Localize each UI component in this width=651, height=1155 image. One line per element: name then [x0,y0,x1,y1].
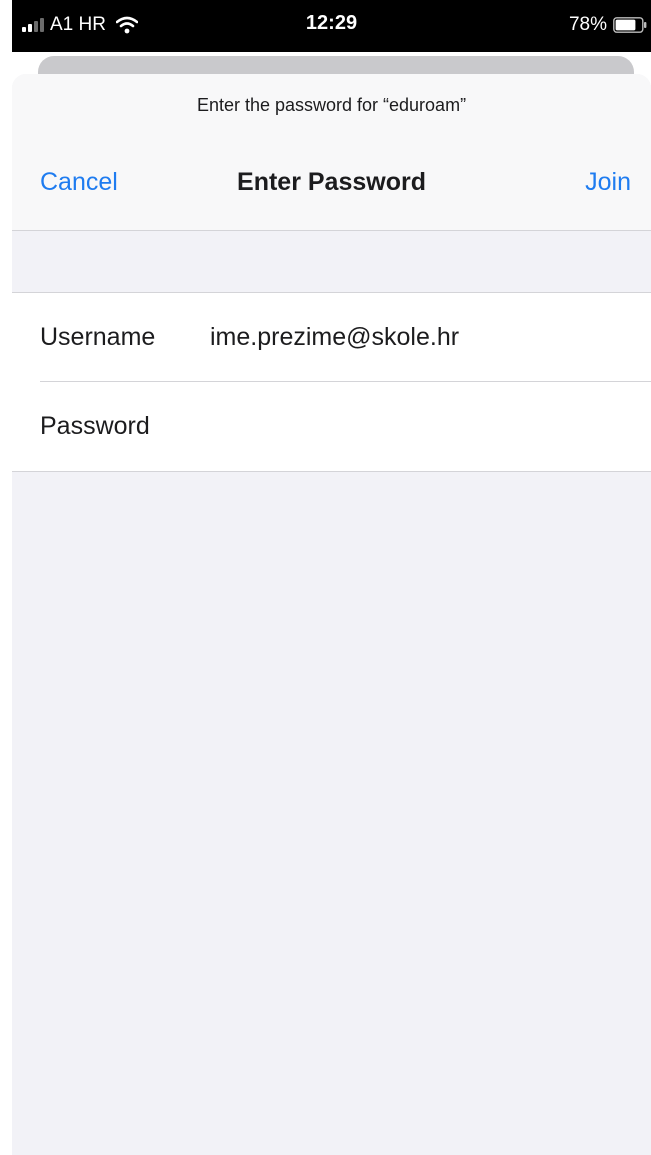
join-button[interactable]: Join [585,168,631,197]
status-time: 12:29 [305,12,358,34]
navigation-bar: Enter the password for “eduroam” Cancel … [12,74,651,231]
password-row[interactable]: Password [12,382,651,470]
password-sheet: Enter the password for “eduroam” Cancel … [12,74,651,1155]
status-right: 78% [569,12,647,38]
password-field[interactable] [210,404,630,448]
credentials-form: Username ime.prezime@skole.hr Password [12,292,651,472]
battery-percent: 78% [568,14,607,35]
screen: A1 HR 12:29 78% Enter the password for “… [0,0,651,1155]
username-row[interactable]: Username ime.prezime@skole.hr [12,293,651,381]
page-title: Enter Password [237,168,426,196]
username-field[interactable]: ime.prezime@skole.hr [210,323,459,352]
password-label: Password [40,412,150,440]
username-label: Username [40,323,156,351]
status-bar: A1 HR 12:29 78% [12,0,651,52]
battery-icon [613,17,647,33]
network-prompt: Enter the password for “eduroam” [196,95,467,115]
